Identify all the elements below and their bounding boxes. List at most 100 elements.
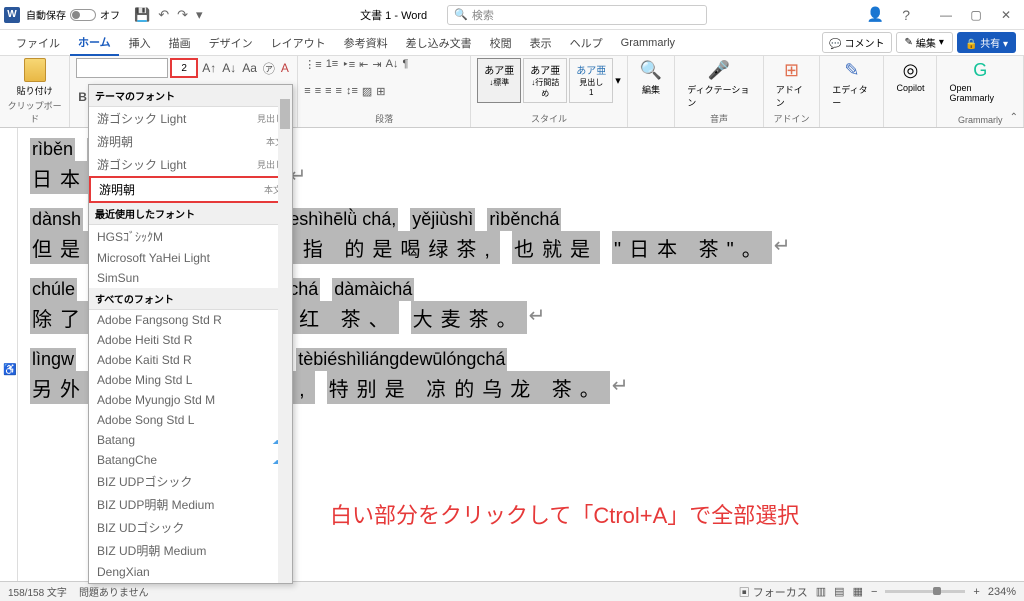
indent-dec-icon[interactable]: ⇤ [359, 58, 368, 71]
shading-icon[interactable]: ▨ [362, 85, 372, 98]
font-option[interactable]: 游明朝本文 [89, 130, 292, 153]
toggle-icon[interactable] [70, 9, 96, 21]
align-right-icon[interactable]: ≡ [325, 85, 331, 98]
account-icon[interactable]: 👤 [863, 4, 888, 25]
grammarly-button[interactable]: GOpen Grammarly [943, 58, 1017, 105]
borders-icon[interactable]: ⊞ [376, 85, 385, 98]
dictate-button[interactable]: 🎤ディクテーション [681, 58, 757, 111]
font-option[interactable]: BIZ UDゴシック [89, 516, 292, 539]
vertical-ruler[interactable] [0, 128, 18, 581]
font-option[interactable]: Adobe Fangsong Std R [89, 310, 292, 330]
phonetic-guide-icon[interactable]: ㋐ [261, 59, 277, 78]
recent-fonts-header: 最近使用したフォント [89, 203, 292, 225]
view-readmode-icon[interactable]: ▥ [816, 585, 826, 598]
editor-button[interactable]: ✎エディター [826, 58, 877, 111]
collapse-ribbon-icon[interactable]: ⌃ [1010, 112, 1018, 123]
style-nospacing[interactable]: あア亜↓行間詰め [523, 58, 567, 103]
font-option[interactable]: BIZ UDP明朝 Medium [89, 493, 292, 516]
font-option[interactable]: Adobe Song Std L [89, 410, 292, 430]
share-button[interactable]: 🔒 共有 ▾ [957, 32, 1016, 53]
font-option[interactable]: DengXian [89, 562, 292, 582]
tab-review[interactable]: 校閲 [482, 31, 520, 55]
font-option[interactable]: BIZ UD明朝 Medium [89, 539, 292, 562]
font-option[interactable]: BIZ UDPゴシック [89, 470, 292, 493]
word-count[interactable]: 158/158 文字 [8, 584, 67, 599]
tab-design[interactable]: デザイン [201, 31, 261, 55]
tab-references[interactable]: 参考資料 [336, 31, 396, 55]
tab-home[interactable]: ホーム [70, 30, 119, 56]
line-spacing-icon[interactable]: ↕≡ [346, 85, 358, 98]
accessibility-icon[interactable]: ♿ [3, 363, 17, 376]
justify-icon[interactable]: ≡ [336, 85, 342, 98]
font-option[interactable]: SimSun [89, 268, 292, 288]
font-option[interactable]: Batang☁ [89, 430, 292, 450]
font-option[interactable]: Adobe Kaiti Std R [89, 350, 292, 370]
multilevel-icon[interactable]: ‣≡ [342, 58, 355, 71]
undo-icon[interactable]: ↶ [156, 5, 171, 25]
save-icon[interactable]: 💾 [132, 5, 152, 25]
view-web-icon[interactable]: ▦ [853, 585, 863, 598]
tab-insert[interactable]: 挿入 [121, 31, 159, 55]
font-option[interactable]: BatangChe☁ [89, 450, 292, 470]
dropdown-scrollbar[interactable] [278, 85, 292, 583]
close-button[interactable]: ✕ [992, 3, 1020, 27]
title-bar: W 自動保存 オフ 💾 ↶ ↷ ▾ 文書 1 - Word 🔍 検索 👤 ? —… [0, 0, 1024, 30]
tab-draw[interactable]: 描画 [161, 31, 199, 55]
title-right: 👤 ? — ▢ ✕ [863, 3, 1020, 27]
style-heading1[interactable]: あア亜見出し 1 [569, 58, 613, 103]
zoom-level[interactable]: 234% [988, 586, 1016, 598]
redo-icon[interactable]: ↷ [175, 5, 190, 25]
paste-button[interactable]: 貼り付け [6, 58, 63, 97]
align-center-icon[interactable]: ≡ [315, 85, 321, 98]
font-option[interactable]: DengXian Light [89, 582, 292, 584]
bullets-icon[interactable]: ⋮≡ [304, 58, 321, 71]
show-marks-icon[interactable]: ¶ [402, 58, 408, 71]
bold-button[interactable]: B [76, 89, 89, 105]
font-name-input[interactable] [76, 58, 168, 78]
font-dropdown: テーマのフォント 游ゴシック Light見出し游明朝本文游ゴシック Light見… [88, 84, 293, 584]
clear-formatting-icon[interactable]: A [279, 60, 291, 76]
indent-inc-icon[interactable]: ⇥ [372, 58, 381, 71]
qat-dropdown-icon[interactable]: ▾ [194, 5, 205, 25]
addin-group: ⊞アドイン アドイン [764, 56, 821, 127]
font-option[interactable]: 游ゴシック Light見出し [89, 153, 292, 176]
zoom-slider[interactable] [885, 590, 965, 593]
comments-button[interactable]: 💬 コメント [822, 32, 891, 53]
minimize-button[interactable]: — [932, 3, 960, 27]
zoom-in-icon[interactable]: + [973, 586, 979, 598]
accessibility-status[interactable]: 問題ありません [79, 584, 149, 599]
focus-button[interactable]: ▣ フォーカス [739, 584, 808, 600]
tab-view[interactable]: 表示 [522, 31, 560, 55]
search-input[interactable]: 🔍 検索 [447, 5, 707, 25]
tab-help[interactable]: ヘルプ [562, 31, 611, 55]
font-size-input[interactable]: 2 [170, 58, 198, 78]
font-option[interactable]: Adobe Myungjo Std M [89, 390, 292, 410]
help-icon[interactable]: ? [898, 5, 914, 25]
tab-mailings[interactable]: 差し込み文書 [398, 31, 480, 55]
zoom-out-icon[interactable]: − [871, 586, 877, 598]
font-option[interactable]: Microsoft YaHei Light [89, 248, 292, 268]
editing-mode-button[interactable]: ✎ 編集 ▾ [896, 32, 953, 53]
change-case-icon[interactable]: Aa [240, 60, 259, 76]
addins-button[interactable]: ⊞アドイン [770, 58, 814, 111]
find-button[interactable]: 🔍編集 [634, 58, 668, 98]
view-print-icon[interactable]: ▤ [834, 585, 844, 598]
font-option[interactable]: HGSｺﾞｼｯｸM [89, 225, 292, 248]
tab-file[interactable]: ファイル [8, 31, 68, 55]
shrink-font-icon[interactable]: A↓ [220, 60, 238, 76]
align-left-icon[interactable]: ≡ [304, 85, 310, 98]
grow-font-icon[interactable]: A↑ [200, 60, 218, 76]
font-option[interactable]: Adobe Ming Std L [89, 370, 292, 390]
style-normal[interactable]: あア亜↓標準 [477, 58, 521, 103]
font-option[interactable]: Adobe Heiti Std R [89, 330, 292, 350]
tab-grammarly[interactable]: Grammarly [613, 33, 683, 53]
numbering-icon[interactable]: 1≡ [326, 58, 339, 71]
styles-more-icon[interactable]: ▾ [615, 74, 621, 87]
tab-layout[interactable]: レイアウト [263, 31, 334, 55]
copilot-button[interactable]: ◎Copilot [890, 58, 930, 95]
font-option[interactable]: 游明朝本文 [89, 176, 292, 203]
autosave-toggle[interactable]: 自動保存 オフ [26, 7, 120, 22]
maximize-button[interactable]: ▢ [962, 3, 990, 27]
font-option[interactable]: 游ゴシック Light見出し [89, 107, 292, 130]
sort-icon[interactable]: A↓ [386, 58, 399, 71]
